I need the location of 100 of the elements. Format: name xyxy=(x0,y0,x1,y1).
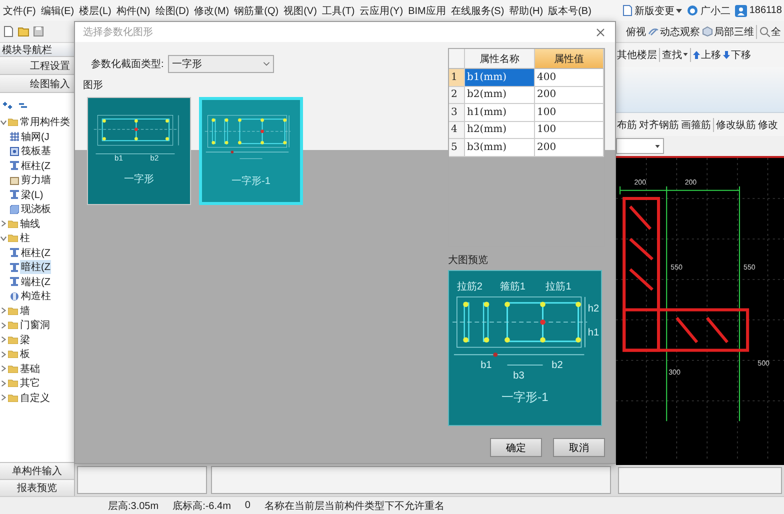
group-label: 图形 xyxy=(83,79,104,92)
toolbar-button[interactable]: 对齐钢筋 xyxy=(639,116,679,132)
drawing-label: 箍筋1 xyxy=(500,282,526,293)
news-link[interactable]: 新版变更 xyxy=(634,4,674,18)
drawing-label: b1 xyxy=(480,360,492,372)
tree-item[interactable]: 基础 xyxy=(19,362,41,376)
tree-item[interactable]: 剪力墙 xyxy=(20,173,52,188)
toolbar-button[interactable]: 局部三维 xyxy=(702,24,754,40)
panel-title: 模块导航栏 xyxy=(0,43,74,57)
tree-item[interactable]: 框柱(Z xyxy=(20,158,52,173)
toolbar-button[interactable]: 画箍筋 xyxy=(681,116,711,132)
toolbar-button[interactable]: 其他楼层 xyxy=(617,46,657,63)
table-cell[interactable]: 100 xyxy=(535,122,604,139)
toolbar-button[interactable]: 修改纵筋 xyxy=(716,116,756,132)
drawing-label: 拉筋2 xyxy=(456,282,483,293)
tree-item[interactable]: 自定义 xyxy=(19,390,51,405)
table-cell[interactable]: b3(mm) xyxy=(465,139,535,156)
tree-item[interactable]: 梁(L) xyxy=(20,188,44,202)
dimension-label: 200 xyxy=(684,178,697,186)
menu-item[interactable]: 绘图(D) xyxy=(154,4,190,18)
cancel-button[interactable]: 取消 xyxy=(553,438,605,457)
tree-item[interactable]: 常用构件类 xyxy=(19,115,71,130)
drawing-label: 拉筋1 xyxy=(546,282,572,293)
table-cell[interactable]: 200 xyxy=(535,139,604,156)
menu-item[interactable]: 修改(M) xyxy=(193,4,230,18)
toolbar-button[interactable]: 俯视 xyxy=(626,24,646,40)
tree-item[interactable]: 柱 xyxy=(19,231,31,246)
drawing-label: b1 xyxy=(114,153,123,162)
row-number: 3 xyxy=(449,104,465,122)
tree-item[interactable]: 墙 xyxy=(19,304,31,318)
status-text: 底标高:-6.4m xyxy=(172,500,231,512)
tree-item[interactable]: 板 xyxy=(19,347,31,362)
toolbar-button[interactable]: 下移 xyxy=(723,46,751,63)
dimension-label: 200 xyxy=(634,178,646,186)
nav-section-button[interactable]: 工程设置 xyxy=(0,57,74,75)
drawing-label: b3 xyxy=(513,370,524,382)
tree-item[interactable]: 梁 xyxy=(19,332,31,347)
status-text: 名称在当前层当前构件类型下不允许重名 xyxy=(264,500,444,512)
status-text: 0 xyxy=(244,500,250,511)
toolbar-button[interactable]: 布筋 xyxy=(617,116,637,132)
drawing-label: b2 xyxy=(150,153,159,162)
field-label: 参数化截面类型: xyxy=(91,58,164,71)
menu-item[interactable]: 楼层(L) xyxy=(78,4,112,18)
menu-item[interactable]: 版本号(B) xyxy=(547,4,592,18)
module-button[interactable]: 单构件输入 xyxy=(0,462,74,479)
tree-item[interactable]: 现浇板 xyxy=(20,202,52,216)
ok-button[interactable]: 确定 xyxy=(490,438,542,457)
drawing-label: h1 xyxy=(588,328,599,339)
column-header: 属性名称 xyxy=(465,49,535,69)
shape-thumbnail[interactable]: b1 b2 一字形 xyxy=(87,97,191,205)
column-header: 属性值 xyxy=(535,49,604,69)
tree-item[interactable]: 构造柱 xyxy=(20,289,52,304)
tree-item[interactable]: 轴线 xyxy=(19,216,41,231)
table-cell[interactable]: h1(mm) xyxy=(465,104,535,122)
user-account[interactable]: 186118 xyxy=(749,5,782,16)
toolbar-button[interactable]: 全 xyxy=(759,24,781,40)
tree-item[interactable]: 端柱(Z xyxy=(20,274,52,289)
menu-item[interactable]: 云应用(Y) xyxy=(358,4,404,18)
menu-item[interactable]: 构件(N) xyxy=(115,4,152,18)
tree-item[interactable]: 筏板基 xyxy=(20,144,52,158)
menu-item[interactable]: 钢筋量(Q) xyxy=(233,4,280,18)
menu-item[interactable]: 文件(F) xyxy=(2,4,37,18)
tree-item[interactable]: 框柱(Z xyxy=(20,246,52,260)
toolbar-button[interactable]: 动态观察 xyxy=(648,24,700,40)
drawing-label: h2 xyxy=(588,304,599,316)
menu-item[interactable]: 工具(T) xyxy=(320,4,356,18)
dimension-label: 550 xyxy=(670,263,682,272)
menu-item[interactable]: 编辑(E) xyxy=(40,4,76,18)
table-cell[interactable]: 200 xyxy=(535,86,604,104)
dimension-label: 500 xyxy=(758,359,770,368)
menu-item[interactable]: BIM应用 xyxy=(407,4,447,18)
assistant-link[interactable]: 广小二 xyxy=(700,4,730,18)
tree-item[interactable]: 其它 xyxy=(19,376,41,390)
tree-item[interactable]: 暗柱(Z xyxy=(20,260,52,274)
toolbar-button[interactable]: 上移 xyxy=(693,46,721,63)
table-cell[interactable]: b1(mm) xyxy=(465,69,535,86)
menu-item[interactable]: 在线服务(S) xyxy=(450,4,506,18)
toolbar-button[interactable]: 修改 xyxy=(758,116,778,132)
status-text: 层高:3.05m xyxy=(108,500,159,512)
nav-section-button[interactable]: 绘图输入 xyxy=(0,75,74,93)
table-cell[interactable]: 400 xyxy=(535,69,604,86)
dialog-title: 选择参数化图形 xyxy=(83,26,153,39)
section-type-select[interactable]: 一字形 xyxy=(168,55,274,73)
preview-caption: 一字形-1 xyxy=(502,389,548,406)
module-button[interactable]: 报表预览 xyxy=(0,479,74,496)
preview-label: 大图预览 xyxy=(448,254,489,268)
tree-item[interactable]: 门窗洞 xyxy=(19,318,51,332)
row-number: 1 xyxy=(449,69,465,86)
table-cell[interactable]: h2(mm) xyxy=(465,122,535,139)
table-cell[interactable]: 100 xyxy=(535,104,604,122)
tree-item[interactable]: 轴网(J xyxy=(20,130,50,144)
table-cell[interactable]: b2(mm) xyxy=(465,86,535,104)
dimension-label: 300 xyxy=(668,368,680,376)
row-number: 2 xyxy=(449,86,465,104)
drawing-label: b2 xyxy=(552,360,563,372)
menu-item[interactable]: 帮助(H) xyxy=(508,4,544,18)
row-number: 4 xyxy=(449,122,465,139)
dimension-label: 550 xyxy=(744,263,756,272)
toolbar-button[interactable]: 查找 xyxy=(662,46,688,63)
menu-item[interactable]: 视图(V) xyxy=(282,4,318,18)
